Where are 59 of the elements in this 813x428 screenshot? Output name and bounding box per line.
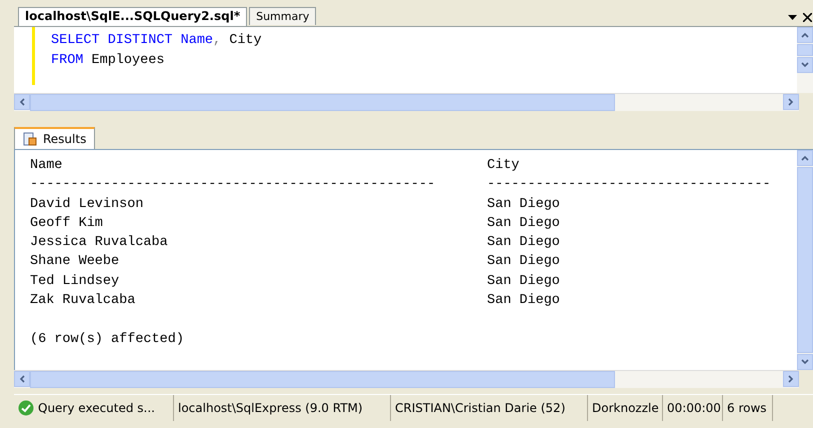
code-token: , — [213, 33, 222, 48]
chevron-left-icon — [19, 375, 25, 383]
result-cell-text: Zak Ruvalcaba — [30, 292, 136, 310]
code-token: City — [229, 33, 262, 48]
chevron-up-icon — [801, 155, 809, 161]
chevron-down-icon — [801, 359, 809, 365]
horizontal-scrollbar[interactable] — [14, 93, 799, 111]
chevron-right-icon — [788, 375, 794, 383]
chevron-down-icon — [801, 62, 809, 68]
rows-affected-message: (6 row(s) affected) — [30, 330, 184, 349]
scroll-thumb[interactable] — [30, 94, 615, 111]
scroll-thumb[interactable] — [30, 371, 615, 388]
status-text: Dorknozzle — [592, 401, 659, 415]
scroll-left-button[interactable] — [14, 94, 30, 110]
code-token: FROM — [51, 53, 84, 68]
scroll-down-button[interactable] — [797, 57, 813, 73]
column-header: Name — [30, 157, 64, 175]
status-text: 00:00:00 — [667, 401, 721, 415]
status-text: 6 rows — [727, 401, 767, 415]
scroll-right-button[interactable] — [783, 371, 799, 387]
scroll-up-button[interactable] — [797, 27, 813, 43]
result-cell-text: Jessica Ruvalcaba — [30, 234, 169, 252]
chevron-left-icon — [19, 98, 25, 106]
column-header: City — [487, 157, 520, 175]
chevron-up-icon — [801, 32, 809, 38]
code-token: SELECT DISTINCT Name — [51, 33, 214, 48]
horizontal-scrollbar[interactable] — [14, 370, 799, 388]
close-icon[interactable] — [803, 13, 812, 22]
scroll-right-button[interactable] — [783, 94, 799, 110]
vertical-scrollbar[interactable] — [797, 27, 813, 93]
result-cell-text: Geoff Kim — [30, 214, 104, 233]
result-cell-text: Shane Weebe — [30, 253, 120, 272]
document-tab[interactable]: Summary — [249, 7, 316, 25]
status-text: localhost\SqlExpress (9.0 RTM) — [178, 401, 363, 415]
column-separator: ----------------------------------- — [487, 176, 771, 194]
results-tab[interactable]: Results — [14, 127, 96, 149]
result-cell-text: San Diego — [487, 272, 560, 291]
result-cell-text: San Diego — [487, 292, 560, 310]
result-cell-text: San Diego — [487, 253, 560, 272]
scroll-up-button[interactable] — [797, 150, 813, 166]
dropdown-icon[interactable] — [788, 15, 797, 21]
scroll-thumb[interactable] — [797, 167, 813, 353]
document-tab[interactable]: localhost\SqlE...SQLQuery2.sql* — [18, 7, 248, 26]
scroll-left-button[interactable] — [14, 371, 30, 387]
result-cell-text: San Diego — [487, 214, 560, 233]
code-token: Employees — [90, 53, 164, 68]
grid-icon — [23, 132, 37, 146]
result-cell-text: David Levinson — [30, 196, 144, 214]
scroll-down-button[interactable] — [797, 354, 813, 370]
result-cell-text: San Diego — [487, 196, 560, 214]
chevron-right-icon — [788, 98, 794, 106]
success-check-icon — [18, 400, 34, 416]
result-cell-text: San Diego — [487, 234, 560, 252]
status-text: Query executed s... — [38, 401, 155, 415]
status-text: CRISTIAN\Cristian Darie (52) — [395, 401, 566, 415]
vertical-scrollbar[interactable] — [797, 150, 813, 370]
scroll-thumb[interactable] — [797, 44, 813, 56]
result-cell-text: Ted Lindsey — [30, 272, 120, 291]
column-separator: -------------------------------------------------- — [30, 176, 436, 194]
